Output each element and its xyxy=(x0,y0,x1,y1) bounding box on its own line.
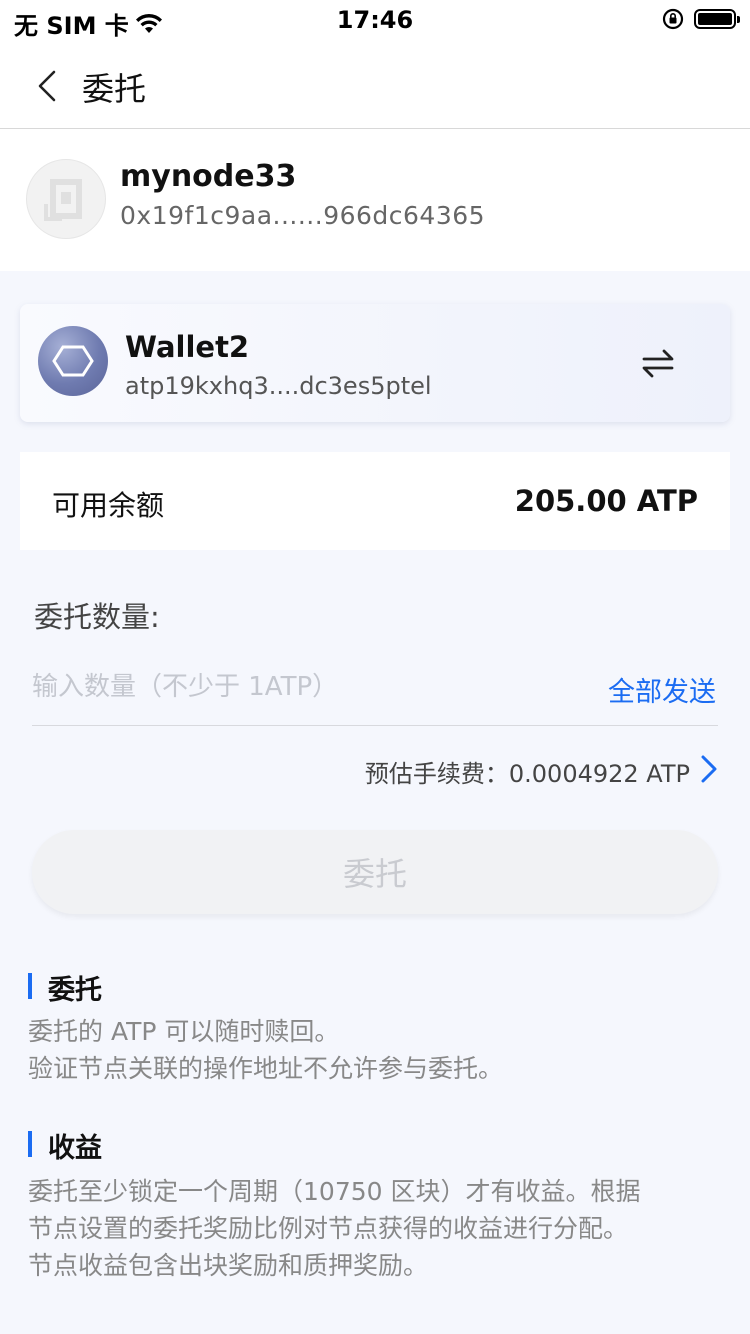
amount-label: 委托数量: xyxy=(34,600,160,634)
section-line: 委托的 ATP 可以随时赎回。 xyxy=(28,1017,340,1046)
balance-value: 205.00 ATP xyxy=(514,484,698,518)
balance-label: 可用余额 xyxy=(52,489,165,522)
battery-icon xyxy=(694,9,740,29)
section-text-earnings: 委托至少锁定一个周期（10750 区块）才有收益。根据 节点设置的委托奖励比例对… xyxy=(28,1173,718,1284)
status-time: 17:46 xyxy=(336,6,414,34)
hexagon-icon xyxy=(52,345,94,377)
status-bar: 无 SIM 卡 17:46 xyxy=(0,0,750,44)
chevron-right-icon[interactable] xyxy=(698,754,720,784)
section-text-delegate: 委托的 ATP 可以随时赎回。 验证节点关联的操作地址不允许参与委托。 xyxy=(28,1013,718,1087)
section-line: 节点设置的委托奖励比例对节点获得的收益进行分配。 xyxy=(28,1214,629,1243)
section-title-earnings: 收益 xyxy=(48,1133,102,1164)
wallet-address: atp19kxhq3....dc3es5ptel xyxy=(125,372,432,400)
wallet-avatar xyxy=(38,326,108,396)
switch-wallet-icon[interactable] xyxy=(638,346,678,380)
balance-card: 可用余额 205.00 ATP xyxy=(20,452,730,550)
amount-input[interactable] xyxy=(32,660,592,714)
orientation-lock-icon xyxy=(662,8,684,30)
nav-bar: 委托 xyxy=(0,44,750,129)
input-divider xyxy=(32,725,718,726)
section-marker xyxy=(28,973,32,999)
page-title: 委托 xyxy=(82,70,147,108)
node-header: mynode33 0x19f1c9aa......966dc64365 xyxy=(0,129,750,271)
status-right xyxy=(662,8,740,30)
node-address: 0x19f1c9aa......966dc64365 xyxy=(120,201,486,230)
section-title-delegate: 委托 xyxy=(48,975,102,1006)
estimated-fee: 预估手续费：0.0004922 ATP xyxy=(364,760,690,788)
wallet-name: Wallet2 xyxy=(125,330,250,364)
node-name: mynode33 xyxy=(120,159,297,194)
section-line: 委托至少锁定一个周期（10750 区块）才有收益。根据 xyxy=(28,1177,641,1206)
node-avatar xyxy=(26,159,106,239)
section-marker xyxy=(28,1131,32,1157)
node-logo-icon xyxy=(44,179,82,221)
delegate-button[interactable]: 委托 xyxy=(32,830,718,914)
section-line: 验证节点关联的操作地址不允许参与委托。 xyxy=(28,1054,504,1083)
send-all-button[interactable]: 全部发送 xyxy=(608,670,716,709)
back-chevron-icon[interactable] xyxy=(32,66,72,106)
section-line: 节点收益包含出块奖励和质押奖励。 xyxy=(28,1251,429,1280)
wallet-selector[interactable]: Wallet2 atp19kxhq3....dc3es5ptel xyxy=(20,304,730,422)
